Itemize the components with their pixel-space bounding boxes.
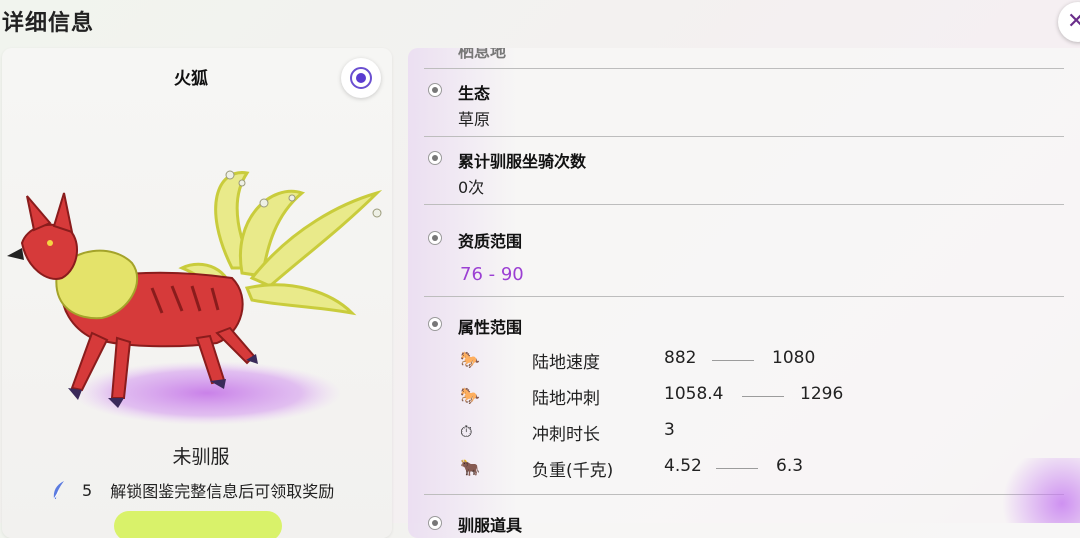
feather-icon — [53, 481, 64, 500]
load-weight-icon: 🐂 — [460, 458, 480, 477]
tame-item-title: 驯服道具 — [458, 516, 523, 535]
attribute-name: 负重(千克) — [532, 461, 614, 481]
decorative-glow — [990, 458, 1080, 523]
creature-portrait — [7, 170, 383, 425]
attribute-min: 1058.4 — [664, 384, 724, 404]
attribute-row: 🐎 陆地速度 882 1080 — [460, 348, 1060, 373]
attribute-name: 陆地速度 — [532, 353, 600, 373]
divider — [424, 204, 1064, 205]
attribute-max: 6.3 — [776, 456, 804, 476]
attributes-section: 属性范围 🐎 陆地速度 882 1080 🐎 陆地冲刺 1058.4 1296 … — [424, 312, 1064, 492]
attribute-max: 1296 — [800, 384, 844, 404]
top-bar: 详细信息 ✕ — [0, 0, 1080, 44]
tame-count-title: 累计驯服坐骑次数 — [458, 152, 587, 171]
range-line — [716, 468, 758, 469]
reward-count: 5 — [82, 480, 93, 500]
creature-name: 火狐 — [174, 69, 208, 89]
ecology-section: 生态 草原 — [424, 78, 1064, 133]
bullet-icon — [428, 231, 442, 245]
attribute-min: 882 — [664, 348, 697, 368]
tame-count-value: 0次 — [458, 178, 485, 197]
bullet-icon — [428, 516, 442, 530]
attribute-name: 陆地冲刺 — [532, 389, 600, 409]
divider — [424, 136, 1064, 137]
close-icon: ✕ — [1067, 9, 1080, 34]
page-title: 详细信息 — [2, 11, 95, 36]
quality-title: 资质范围 — [458, 232, 523, 251]
sprint-duration-icon: ⏱ — [460, 422, 473, 441]
close-button[interactable]: ✕ — [1058, 2, 1080, 42]
quality-value: 76 - 90 — [460, 264, 524, 285]
attribute-row: 🐎 陆地冲刺 1058.4 1296 — [460, 384, 1060, 409]
attribute-min: 4.52 — [664, 456, 702, 476]
bullet-icon — [428, 83, 442, 97]
tame-count-section: 累计驯服坐骑次数 0次 — [424, 146, 1064, 201]
divider — [424, 296, 1064, 297]
creature-card: 火狐 未驯服 5 解锁图鉴完整信息后可领取奖励 — [2, 48, 392, 538]
quality-section: 资质范围 76 - 90 — [424, 226, 1064, 296]
ecology-value: 草原 — [458, 110, 491, 129]
range-line — [742, 396, 784, 397]
attribute-row: 🐂 负重(千克) 4.52 6.3 — [460, 456, 1060, 481]
reward-text: 解锁图鉴完整信息后可领取奖励 — [110, 482, 335, 501]
range-line — [712, 360, 754, 361]
bullet-icon — [428, 317, 442, 331]
bullet-icon — [428, 151, 442, 165]
attribute-max: 1080 — [772, 348, 816, 368]
habitat-section-title: 栖息地 — [458, 48, 507, 61]
tame-status: 未驯服 — [172, 446, 230, 468]
ecology-title: 生态 — [458, 84, 491, 103]
divider — [424, 68, 1064, 69]
tame-item-section: 驯服道具 — [424, 508, 1064, 538]
land-speed-icon: 🐎 — [460, 350, 480, 369]
land-sprint-icon: 🐎 — [460, 386, 480, 405]
reward-row: 5 解锁图鉴完整信息后可领取奖励 — [50, 478, 334, 502]
divider — [424, 494, 1064, 495]
claim-reward-button[interactable] — [114, 511, 282, 538]
attribute-min: 3 — [664, 420, 675, 440]
attribute-row: ⏱ 冲刺时长 3 — [460, 420, 1060, 445]
info-panel: 栖息地 生态 草原 累计驯服坐骑次数 0次 资质范围 76 - 90 属性范围 … — [408, 48, 1080, 538]
attributes-title: 属性范围 — [458, 318, 523, 337]
locate-button[interactable] — [341, 58, 381, 98]
attribute-name: 冲刺时长 — [532, 425, 600, 445]
